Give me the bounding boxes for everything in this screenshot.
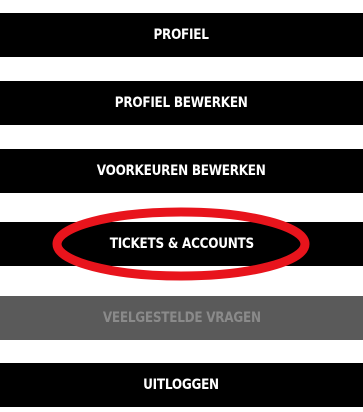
tickets-accounts-button-label: TICKETS & ACCOUNTS (109, 236, 254, 252)
faq-button-label: VEELGESTELDE VRAGEN (102, 310, 261, 326)
account-menu: PROFIEL PROFIEL BEWERKEN VOORKEUREN BEWE… (0, 0, 363, 412)
profile-button[interactable]: PROFIEL (0, 13, 363, 57)
tickets-accounts-button[interactable]: TICKETS & ACCOUNTS (0, 222, 363, 266)
faq-button: VEELGESTELDE VRAGEN (0, 296, 363, 340)
logout-button[interactable]: UITLOGGEN (0, 363, 363, 407)
logout-button-label: UITLOGGEN (143, 377, 220, 393)
edit-profile-button-label: PROFIEL BEWERKEN (115, 95, 248, 111)
profile-button-label: PROFIEL (153, 27, 210, 43)
edit-preferences-button[interactable]: VOORKEUREN BEWERKEN (0, 149, 363, 193)
edit-preferences-button-label: VOORKEUREN BEWERKEN (97, 163, 266, 179)
edit-profile-button[interactable]: PROFIEL BEWERKEN (0, 81, 363, 125)
